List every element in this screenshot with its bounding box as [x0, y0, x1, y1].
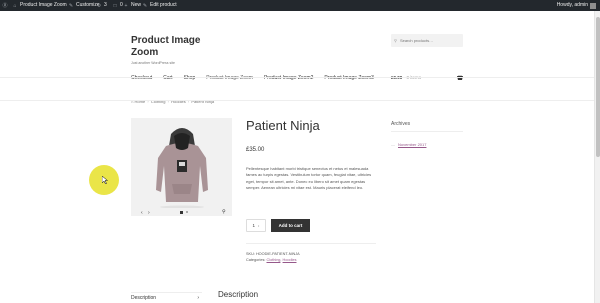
- categories-line: Categories: Clothing, Hoodies: [246, 258, 297, 262]
- categories-label: Categories:: [246, 258, 266, 262]
- primary-nav: Checkout Cart Shop Product Image Zoom Pr…: [131, 75, 374, 81]
- page-scrollbar[interactable]: [594, 11, 600, 303]
- summary-divider: [246, 243, 376, 244]
- admin-new-label: New: [131, 2, 142, 8]
- arrow-right-icon[interactable]: ›: [148, 210, 150, 216]
- site-title[interactable]: Product Image Zoom: [131, 35, 221, 59]
- admin-edit-label: Edit product: [150, 2, 177, 8]
- nav-item-product-image-zoom3[interactable]: Product Image Zoom3: [324, 75, 373, 81]
- nav-item-product-image-zoom[interactable]: Product Image Zoom: [206, 75, 253, 81]
- product-short-description: Pellentesque habitant morbi tristique se…: [246, 166, 372, 191]
- hoodie-image: [156, 128, 208, 208]
- admin-howdy: Howdy, admin: [556, 2, 588, 8]
- avatar: [590, 2, 596, 9]
- archives-divider: [391, 131, 463, 132]
- admin-bar: Ⓡ ⌂ Product Image Zoom ✎ Customize ↻ 3 □…: [0, 0, 600, 11]
- sku-value: HOODIE-PATIENT-NINJA: [255, 252, 300, 256]
- admin-edit-product[interactable]: ✎ Edit product: [142, 0, 177, 11]
- gallery-controls: ‹ › ⚲: [131, 209, 232, 216]
- archive-bullet: —: [391, 142, 395, 147]
- brush-icon: ✎: [68, 2, 74, 9]
- cursor-highlight: [89, 165, 119, 195]
- gallery-dot-active[interactable]: [180, 211, 183, 214]
- add-to-cart-button[interactable]: Add to cart: [271, 219, 310, 232]
- wordpress-menu[interactable]: Ⓡ: [2, 0, 8, 11]
- quantity-stepper[interactable]: 1 ↕: [246, 219, 266, 232]
- admin-account[interactable]: Howdy, admin: [557, 0, 596, 11]
- admin-new[interactable]: + New: [123, 0, 141, 11]
- plus-icon: +: [124, 2, 128, 9]
- tab-description[interactable]: Description ›: [131, 292, 202, 303]
- page: Product Image Zoom Just another WordPres…: [0, 11, 594, 303]
- nav-item-product-image-zoom2[interactable]: Product Image Zoom2: [264, 75, 313, 81]
- nav-item-cart[interactable]: Cart: [163, 75, 172, 81]
- site-tagline: Just another WordPress site: [131, 61, 175, 65]
- pencil-icon: ✎: [142, 2, 148, 9]
- gallery-dot[interactable]: [186, 211, 188, 213]
- archives-widget-title: Archives: [391, 121, 411, 127]
- home-icon: ⌂: [13, 2, 17, 9]
- stepper-arrows-icon: ↕: [258, 223, 260, 228]
- nav-item-shop[interactable]: Shop: [184, 75, 196, 81]
- admin-site-name[interactable]: ⌂ Product Image Zoom: [12, 0, 67, 11]
- search-input[interactable]: [399, 38, 458, 43]
- product-search: ⚲: [391, 34, 463, 47]
- tab-description-label: Description: [131, 295, 157, 301]
- nav-item-checkout[interactable]: Checkout: [131, 75, 152, 81]
- comment-icon: □: [113, 2, 117, 9]
- admin-updates-count: 3: [104, 2, 107, 8]
- sku-label: SKU:: [246, 252, 255, 256]
- product-price: £35.00: [246, 147, 265, 153]
- admin-comments[interactable]: □ 0: [112, 0, 122, 11]
- breadcrumb-divider: [0, 100, 594, 101]
- product-title: Patient Ninja: [246, 118, 320, 133]
- product-gallery-image[interactable]: ‹ › ⚲: [131, 118, 232, 216]
- arrow-left-icon[interactable]: ‹: [141, 210, 143, 216]
- header-divider: [0, 77, 594, 78]
- category-link-hoodies[interactable]: Hoodies: [283, 258, 297, 262]
- zoom-icon[interactable]: ⚲: [222, 209, 226, 215]
- admin-updates[interactable]: ↻ 3: [96, 0, 107, 11]
- description-heading: Description: [218, 290, 259, 299]
- category-link-clothing[interactable]: Clothing: [266, 258, 280, 262]
- cursor-arrow-icon: [102, 176, 108, 184]
- archive-link-november-2017[interactable]: November 2017: [398, 142, 426, 147]
- admin-site-name-label: Product Image Zoom: [20, 2, 67, 8]
- quantity-value: 1: [252, 223, 255, 228]
- wordpress-icon: Ⓡ: [2, 2, 8, 9]
- updates-icon: ↻: [96, 2, 102, 9]
- admin-customize[interactable]: ✎ Customize: [68, 0, 100, 11]
- search-icon: ⚲: [394, 38, 397, 43]
- chevron-right-icon: ›: [197, 295, 199, 301]
- product-meta: SKU: HOODIE-PATIENT-NINJA Categories: Cl…: [246, 251, 300, 263]
- scrollbar-thumb[interactable]: [596, 17, 600, 157]
